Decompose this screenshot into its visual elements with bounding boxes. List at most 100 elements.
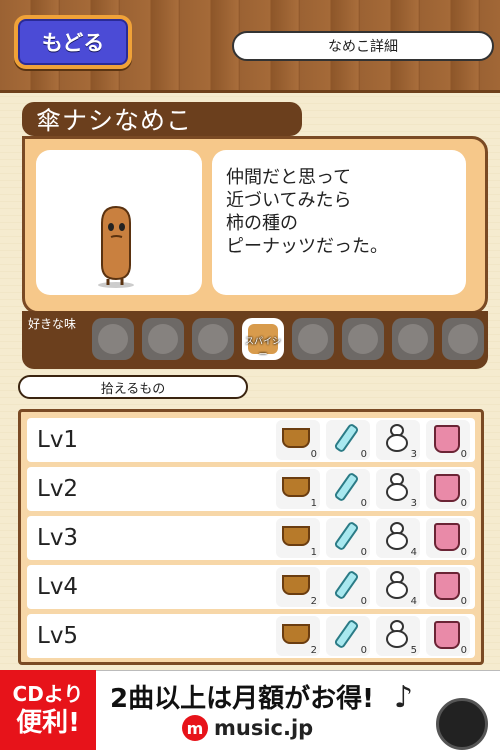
snowman-icon (385, 424, 409, 452)
pickup-row: Lv5 2 0 5 0 (27, 614, 475, 658)
bottle-icon (333, 569, 360, 601)
favorite-taste-item[interactable] (292, 318, 334, 360)
pickup-count: 1 (310, 547, 317, 558)
pickup-item: 1 (276, 518, 320, 558)
pickup-item: 0 (426, 616, 470, 656)
pickup-row: Lv3 1 0 4 0 (27, 516, 475, 560)
pickup-row: Lv4 2 0 4 0 (27, 565, 475, 609)
pickup-item: 0 (326, 420, 370, 460)
locked-food-icon (298, 324, 328, 354)
bottle-icon (333, 422, 360, 454)
pickup-item: 0 (426, 567, 470, 607)
bucket-icon (434, 474, 460, 502)
pickup-count: 0 (360, 498, 367, 509)
pickup-count: 4 (410, 596, 417, 607)
pickup-count: 0 (460, 449, 467, 460)
pickup-items: 2050 (276, 616, 472, 656)
pickup-item: 0 (326, 469, 370, 509)
pickup-item: 2 (276, 616, 320, 656)
music-note-icon: ♪ (394, 680, 414, 715)
ad-headline: 2曲以上は月額がお得! (110, 684, 374, 714)
locked-food-icon (448, 324, 478, 354)
pickup-item: 0 (426, 420, 470, 460)
favorite-taste-item[interactable] (442, 318, 484, 360)
level-label: Lv4 (37, 574, 79, 600)
pickup-count: 0 (460, 645, 467, 656)
basket-icon (282, 477, 310, 497)
locked-food-icon (148, 324, 178, 354)
pickup-items: 1 0 4 0 (276, 518, 472, 558)
pickup-item: 0 (326, 616, 370, 656)
pickup-item: 5 (376, 616, 420, 656)
favorite-taste-item[interactable] (142, 318, 184, 360)
locked-food-icon (398, 324, 428, 354)
favorite-taste-item[interactable] (92, 318, 134, 360)
vinyl-record-icon (436, 698, 488, 750)
ad-badge: CDより 便利! (0, 670, 96, 750)
pickup-items: 0 0 3 0 (276, 420, 472, 460)
pickup-count: 1 (310, 498, 317, 509)
pickup-count: 5 (410, 645, 417, 656)
pickup-count: 0 (310, 449, 317, 460)
pickup-count: 0 (460, 596, 467, 607)
pickup-items: 2040 (276, 567, 472, 607)
pickup-row: Lv2 1 0 3 0 (27, 467, 475, 511)
description-text: 仲間だと思って 近づいてみたら 柿の種の ピーナッツだった。 (212, 150, 466, 295)
pickup-count: 0 (360, 449, 367, 460)
pickup-count: 0 (360, 645, 367, 656)
pickup-item: 1 (276, 469, 320, 509)
pickup-count: 2 (310, 596, 317, 607)
level-label: Lv3 (37, 525, 79, 551)
pickup-count: 2 (310, 645, 317, 656)
pickup-item: 0 (426, 469, 470, 509)
ad-brand: music.jp (214, 716, 314, 740)
favorite-taste-item[interactable] (192, 318, 234, 360)
pickup-item: 0 (326, 518, 370, 558)
ad-badge-line1: CDより (12, 682, 84, 706)
pickup-item: 0 (276, 420, 320, 460)
pickup-count: 0 (460, 547, 467, 558)
pickup-items: 1 0 3 0 (276, 469, 472, 509)
pickup-count: 3 (410, 498, 417, 509)
nameko-name: 傘ナシなめこ (22, 102, 302, 136)
pickup-item: 0 (426, 518, 470, 558)
pickup-count: 0 (460, 498, 467, 509)
level-label: Lv5 (37, 623, 79, 649)
pickup-item: 4 (376, 518, 420, 558)
basket-icon (282, 428, 310, 448)
bucket-icon (434, 425, 460, 453)
pickup-item: 3 (376, 420, 420, 460)
favorite-taste-item[interactable] (342, 318, 384, 360)
bottle-icon (333, 520, 360, 552)
page-title: なめこ詳細 (232, 31, 494, 61)
basket-icon (282, 526, 310, 546)
snowman-icon (385, 522, 409, 550)
locked-food-icon (98, 324, 128, 354)
basket-icon (282, 575, 310, 595)
pickup-item: 0 (326, 567, 370, 607)
pickup-item: 3 (376, 469, 420, 509)
pickup-count: 4 (410, 547, 417, 558)
bottle-icon (333, 471, 360, 503)
pickup-item: 2 (276, 567, 320, 607)
basket-icon (282, 624, 310, 644)
snowman-icon (385, 473, 409, 501)
pickup-item: 4 (376, 567, 420, 607)
pickup-count: 3 (410, 449, 417, 460)
favorite-taste-item[interactable] (392, 318, 434, 360)
ad-logo: m music.jp (182, 713, 313, 743)
favorite-taste-label: 好きな味 (28, 317, 77, 331)
level-label: Lv2 (37, 476, 79, 502)
bucket-icon (434, 621, 460, 649)
bucket-icon (434, 572, 460, 600)
bottle-icon (333, 618, 360, 650)
locked-food-icon (348, 324, 378, 354)
favorite-taste-item[interactable]: スパイシー (242, 318, 284, 360)
music-logo-icon: m (182, 715, 208, 741)
snowman-icon (385, 620, 409, 648)
nameko-character-icon (98, 205, 134, 288)
bucket-icon (434, 523, 460, 551)
back-button[interactable]: もどる (14, 15, 132, 69)
locked-food-icon (198, 324, 228, 354)
favorite-taste-caption: スパイシー (244, 337, 281, 360)
